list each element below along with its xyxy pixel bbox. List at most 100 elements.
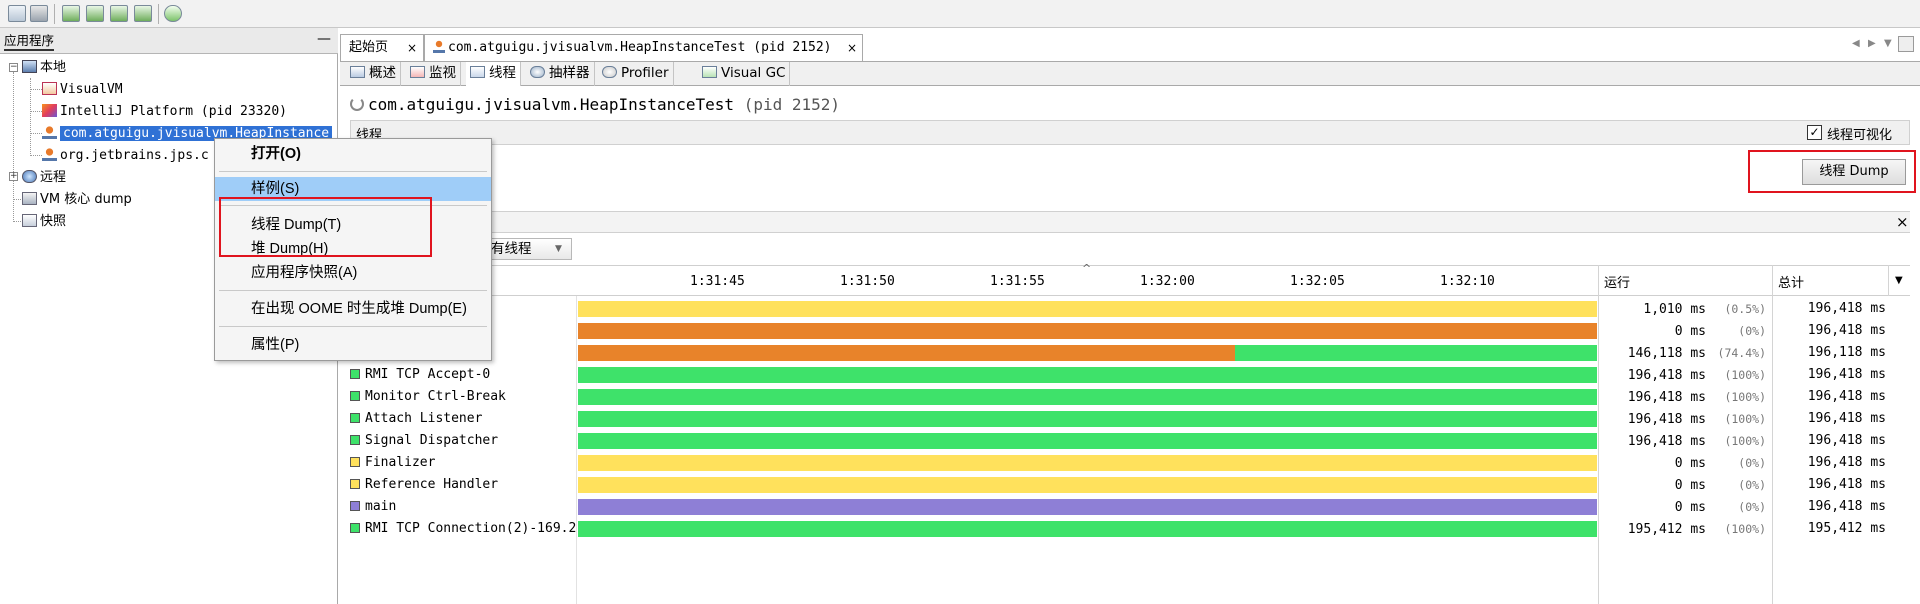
thread-name: main bbox=[350, 496, 576, 518]
column-chooser-icon[interactable]: ▼ bbox=[1895, 275, 1903, 286]
tree-guide bbox=[30, 89, 42, 90]
add-core-dump-icon[interactable] bbox=[110, 5, 128, 22]
thread-running-cell: 196,418 ms (100%) bbox=[1600, 430, 1766, 452]
thread-name: Reference Handler bbox=[350, 474, 576, 496]
thread-state-icon bbox=[350, 391, 360, 401]
tab-sampler[interactable]: 抽样器 bbox=[526, 62, 595, 86]
tree-node-local[interactable]: 本地 bbox=[22, 57, 66, 78]
thread-total-value: 196,418 ms bbox=[1807, 301, 1886, 316]
thread-timeline-bar[interactable] bbox=[578, 499, 1597, 515]
column-header-running[interactable]: 运行 bbox=[1604, 272, 1630, 291]
menu-separator bbox=[219, 171, 487, 172]
tab-visual-gc[interactable]: Visual GC bbox=[698, 62, 791, 86]
tab-profiler[interactable]: Profiler bbox=[598, 62, 674, 86]
add-jmx-icon[interactable] bbox=[62, 5, 80, 22]
tree-node-remote[interactable]: 远程 bbox=[22, 167, 66, 188]
thread-running-value: 195,412 ms bbox=[1627, 522, 1706, 537]
threads-section-header: 线程 ✓ 线程可视化 bbox=[350, 120, 1910, 145]
intellij-icon bbox=[42, 104, 57, 117]
sort-ascending-icon[interactable]: ^ bbox=[1082, 262, 1091, 275]
thread-timeline-bar[interactable] bbox=[578, 345, 1235, 361]
tree-node-visualvm[interactable]: VisualVM bbox=[42, 79, 123, 100]
tab-label: 监视 bbox=[429, 65, 456, 81]
tree-node-intellij[interactable]: IntelliJ Platform (pid 23320) bbox=[42, 101, 287, 122]
highlight-box-dump-button bbox=[1748, 150, 1916, 193]
visualize-checkbox-label: 线程可视化 bbox=[1827, 128, 1893, 143]
close-icon[interactable]: × bbox=[407, 35, 417, 61]
timeline-tick-label: 1:32:00 bbox=[1140, 274, 1195, 289]
toolbar-separator bbox=[158, 4, 159, 24]
tab-list-icon[interactable]: ▼ bbox=[1884, 38, 1892, 49]
thread-name: Finalizer bbox=[350, 452, 576, 474]
close-icon[interactable]: × bbox=[1896, 213, 1909, 231]
view-subtabs: 概述 监视 线程 抽样器 Profiler Visual GC bbox=[340, 61, 1920, 86]
open-app-icon[interactable] bbox=[8, 5, 26, 22]
tab-label: Profiler bbox=[621, 65, 669, 81]
timeline-panel-header: × bbox=[350, 211, 1910, 233]
add-snapshot-icon[interactable] bbox=[134, 5, 152, 22]
thread-running-percent: (100%) bbox=[1724, 412, 1766, 426]
thread-name-label: Attach Listener bbox=[365, 411, 483, 426]
plugins-icon[interactable] bbox=[164, 5, 182, 22]
thread-total-value: 196,418 ms bbox=[1807, 411, 1886, 426]
minimize-icon[interactable]: — bbox=[317, 31, 331, 47]
visual-gc-icon bbox=[702, 66, 717, 78]
visualize-checkbox[interactable]: ✓ bbox=[1807, 125, 1822, 140]
tab-threads[interactable]: 线程 bbox=[466, 62, 521, 86]
tree-node-label: VM 核心 dump bbox=[40, 192, 132, 207]
thread-running-value: 146,118 ms bbox=[1627, 346, 1706, 361]
java-cup-icon bbox=[42, 126, 57, 139]
thread-timeline-bar[interactable] bbox=[578, 411, 1597, 427]
scroll-tabs-right-icon[interactable]: ▶ bbox=[1868, 38, 1876, 49]
thread-running-value: 196,418 ms bbox=[1627, 390, 1706, 405]
thread-filter-select[interactable]: 有线程 ▼ bbox=[478, 238, 572, 260]
thread-running-percent: (0.5%) bbox=[1724, 302, 1766, 316]
menu-item-heap-dump-on-oome[interactable]: 在出现 OOME 时生成堆 Dump(E) bbox=[215, 297, 491, 321]
thread-timeline-bar[interactable] bbox=[578, 389, 1597, 405]
menu-item-open[interactable]: 打开(O) bbox=[215, 142, 491, 166]
thread-timeline-bar[interactable] bbox=[1235, 345, 1597, 361]
menu-item-properties[interactable]: 属性(P) bbox=[215, 333, 491, 357]
menu-item-app-snapshot[interactable]: 应用程序快照(A) bbox=[215, 261, 491, 285]
tab-monitor[interactable]: 监视 bbox=[406, 62, 461, 86]
thread-total-value: 196,418 ms bbox=[1807, 455, 1886, 470]
thread-name-label: Finalizer bbox=[365, 455, 436, 470]
applications-panel-title: 应用程序 bbox=[4, 32, 55, 51]
app-pid: (pid 2152) bbox=[743, 95, 841, 114]
close-icon[interactable]: × bbox=[847, 35, 857, 61]
add-remote-icon[interactable] bbox=[86, 5, 104, 22]
thread-running-cell: 0 ms (0%) bbox=[1600, 320, 1766, 342]
thread-total-value: 196,418 ms bbox=[1807, 499, 1886, 514]
expand-icon[interactable]: + bbox=[9, 172, 18, 181]
thread-timeline-bar[interactable] bbox=[578, 521, 1597, 537]
thread-timeline-bar[interactable] bbox=[578, 323, 1597, 339]
thread-name-label: Reference Handler bbox=[365, 477, 499, 492]
thread-running-cell: 0 ms (0%) bbox=[1600, 474, 1766, 496]
tab-label: com.atguigu.jvisualvm.HeapInstanceTest (… bbox=[448, 40, 832, 55]
thread-name: Attach Listener bbox=[350, 408, 576, 430]
tab-heapinstancetest[interactable]: com.atguigu.jvisualvm.HeapInstanceTest (… bbox=[424, 34, 863, 61]
tree-node-snapshots[interactable]: 快照 bbox=[22, 211, 66, 232]
tab-overview[interactable]: 概述 bbox=[346, 62, 401, 86]
tree-node-core-dump[interactable]: VM 核心 dump bbox=[22, 189, 132, 210]
column-header-total[interactable]: 总计 bbox=[1778, 272, 1804, 291]
thread-timeline-bar[interactable] bbox=[578, 301, 1597, 317]
main-toolbar bbox=[0, 0, 1920, 28]
thread-name: RMI TCP Accept-0 bbox=[350, 364, 576, 386]
thread-timeline-bar[interactable] bbox=[578, 477, 1597, 493]
thread-timeline-bar[interactable] bbox=[578, 367, 1597, 383]
thread-running-cell: 196,418 ms (100%) bbox=[1600, 386, 1766, 408]
tab-start-page[interactable]: 起始页 × bbox=[340, 34, 424, 61]
collapse-icon[interactable]: − bbox=[9, 63, 18, 72]
thread-timeline-bar[interactable] bbox=[578, 455, 1597, 471]
tree-node-jps[interactable]: org.jetbrains.jps.c bbox=[42, 145, 209, 166]
thread-total-value: 196,418 ms bbox=[1807, 477, 1886, 492]
save-icon[interactable] bbox=[30, 5, 48, 22]
thread-running-value: 196,418 ms bbox=[1627, 412, 1706, 427]
thread-running-value: 196,418 ms bbox=[1627, 368, 1706, 383]
tree-node-label: VisualVM bbox=[60, 82, 123, 97]
scroll-tabs-left-icon[interactable]: ◀ bbox=[1852, 38, 1860, 49]
tree-node-label: IntelliJ Platform (pid 23320) bbox=[60, 104, 287, 119]
maximize-icon[interactable] bbox=[1898, 36, 1914, 52]
thread-timeline-bar[interactable] bbox=[578, 433, 1597, 449]
